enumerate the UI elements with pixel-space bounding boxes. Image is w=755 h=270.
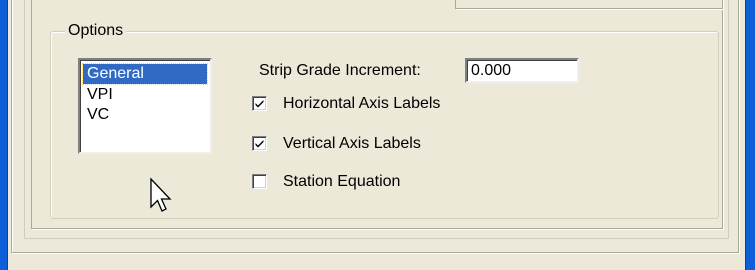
options-category-listbox[interactable]: General VPI VC (78, 58, 212, 154)
checkmark-icon (255, 140, 264, 148)
options-group-title: Options (65, 22, 127, 40)
window-frame-left (0, 0, 8, 270)
vertical-axis-labels-checkbox[interactable] (252, 136, 267, 151)
station-equation-label[interactable]: Station Equation (283, 172, 400, 192)
checkmark-icon (255, 100, 264, 108)
strip-grade-increment-label: Strip Grade Increment: (259, 62, 421, 79)
strip-grade-increment-input[interactable] (465, 58, 579, 83)
arrow-cursor-icon (150, 177, 172, 212)
list-item-general[interactable]: General (82, 63, 208, 85)
upper-group-edge (455, 0, 723, 9)
horizontal-axis-labels-checkbox[interactable] (252, 96, 267, 111)
list-item-vpi[interactable]: VPI (83, 85, 207, 105)
station-equation-checkbox[interactable] (252, 174, 267, 189)
vertical-axis-labels-label[interactable]: Vertical Axis Labels (283, 134, 421, 154)
list-item-vc[interactable]: VC (83, 105, 207, 125)
horizontal-axis-labels-label[interactable]: Horizontal Axis Labels (283, 94, 440, 114)
window-frame-right (745, 0, 755, 270)
